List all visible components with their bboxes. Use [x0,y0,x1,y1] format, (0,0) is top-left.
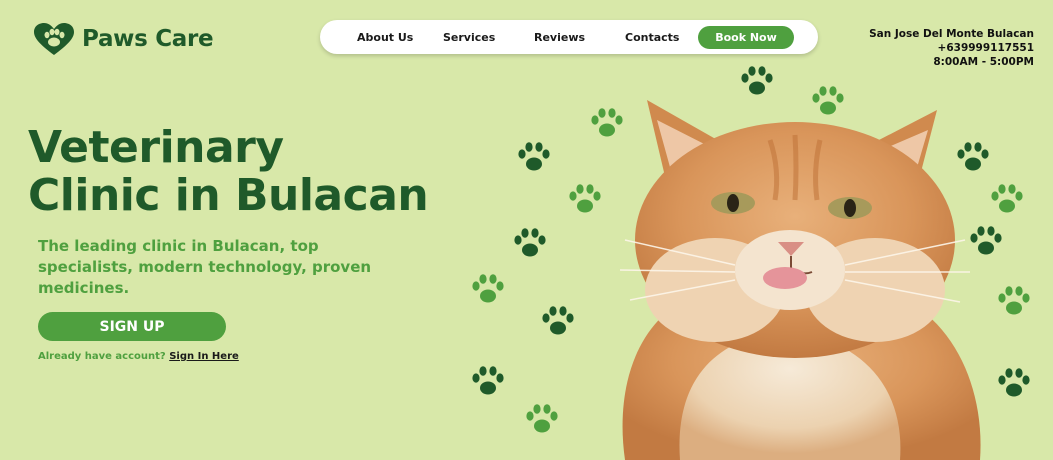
nav-services[interactable]: Services [443,31,495,44]
contact-info: San Jose Del Monte Bulacan +639999117551… [869,27,1034,69]
brand-logo[interactable]: Paws Care [32,22,214,56]
book-now-button[interactable]: Book Now [698,26,794,49]
contact-address: San Jose Del Monte Bulacan [869,28,1034,40]
nav-reviews[interactable]: Reviews [534,31,585,44]
cat-photo [619,100,981,460]
paw-print-icon [514,228,546,257]
hero-title-line1: Veterinary [28,122,284,173]
hero-subtitle: The leading clinic in Bulacan, top speci… [38,237,372,297]
hero-title-line2: Clinic in Bulacan [28,170,429,221]
contact-phone: +639999117551 [937,42,1034,54]
paw-print-icon [518,142,550,171]
account-prompt-text: Already have account? [38,351,166,362]
signin-prompt: Already have account? Sign In Here [38,351,239,362]
paw-print-icon [472,366,504,395]
main-nav: About Us Services Reviews Contacts Book … [320,20,818,54]
signin-link[interactable]: Sign In Here [169,351,239,362]
signup-button[interactable]: SIGN UP [38,312,226,341]
paw-print-icon [542,306,574,335]
heart-paw-icon [34,23,74,55]
brand-name: Paws Care [82,26,214,52]
paw-print-icon [472,274,504,303]
nav-about-us[interactable]: About Us [357,31,413,44]
nav-contacts[interactable]: Contacts [625,31,679,44]
paw-print-icon [526,404,558,433]
contact-hours: 8:00AM - 5:00PM [933,56,1034,68]
hero-title: Veterinary Clinic in Bulacan [28,122,429,221]
